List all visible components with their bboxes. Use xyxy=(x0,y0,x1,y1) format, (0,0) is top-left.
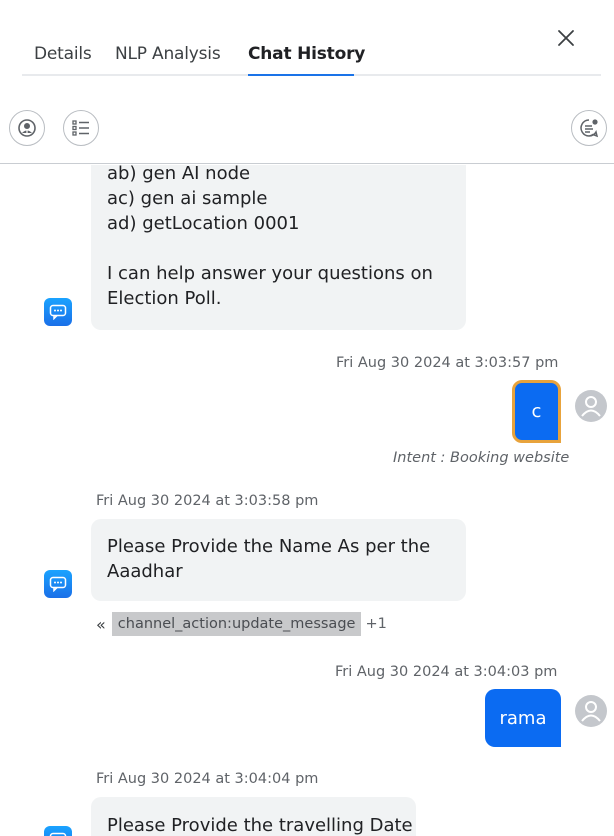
list-view-button[interactable] xyxy=(63,110,99,146)
message-line: Please Provide the Name As per the xyxy=(107,536,431,557)
message-line: ac) gen ai sample xyxy=(107,188,268,209)
channel-action-chip[interactable]: channel_action:update_message xyxy=(111,612,362,636)
message-timestamp: Fri Aug 30 2024 at 3:04:03 pm xyxy=(335,664,558,680)
message-line: Election Poll. xyxy=(107,288,222,309)
bot-message: ab) gen AI node ac) gen ai sample ad) ge… xyxy=(91,165,466,330)
active-tab-indicator xyxy=(248,74,354,76)
chat-notification-button[interactable] xyxy=(571,110,607,146)
bot-avatar xyxy=(44,298,72,326)
tab-nlp-analysis[interactable]: NLP Analysis xyxy=(115,44,221,64)
user-avatar xyxy=(575,695,607,727)
chat-notification-icon xyxy=(580,119,599,138)
user-message[interactable]: c xyxy=(512,380,561,443)
chat-history-panel[interactable]: ab) gen AI node ac) gen ai sample ad) ge… xyxy=(0,165,614,836)
tab-details[interactable]: Details xyxy=(34,44,92,64)
list-icon xyxy=(72,120,89,136)
message-line: Please Provide the travelling Date xyxy=(107,815,413,836)
message-timestamp: Fri Aug 30 2024 at 3:03:57 pm xyxy=(336,355,559,371)
message-timestamp: Fri Aug 30 2024 at 3:04:04 pm xyxy=(96,771,319,787)
bot-chat-icon xyxy=(49,304,67,320)
bot-chat-icon xyxy=(49,832,67,836)
message-line: I can help answer your questions on xyxy=(107,263,433,284)
message-line: ad) getLocation 0001 xyxy=(107,213,300,234)
tab-chat-history[interactable]: Chat History xyxy=(248,44,365,64)
bot-chat-icon xyxy=(49,576,67,592)
tab-bar: Details NLP Analysis Chat History xyxy=(22,40,601,76)
message-line: ab) gen AI node xyxy=(107,165,251,184)
expand-actions-chevron[interactable]: « xyxy=(96,615,106,634)
bot-avatar xyxy=(44,826,72,836)
message-line xyxy=(107,236,450,261)
bot-avatar xyxy=(44,570,72,598)
chat-toolbar xyxy=(0,96,614,164)
user-circle-icon xyxy=(18,119,36,137)
user-message[interactable]: rama xyxy=(485,689,561,747)
user-avatar-icon xyxy=(581,396,601,417)
message-line: Aaadhar xyxy=(107,561,183,582)
user-message-text: c xyxy=(531,401,542,422)
bot-message: Please Provide the Name As per the Aaadh… xyxy=(91,519,466,601)
user-message-text: rama xyxy=(499,707,547,729)
bot-message: Please Provide the travelling Date xyxy=(91,797,416,836)
user-filter-button[interactable] xyxy=(9,110,45,146)
message-timestamp: Fri Aug 30 2024 at 3:03:58 pm xyxy=(96,493,319,509)
intent-label: Intent : Booking website xyxy=(393,450,570,466)
channel-action-row: « channel_action:update_message +1 xyxy=(96,612,387,636)
user-avatar-icon xyxy=(581,701,601,722)
user-avatar xyxy=(575,390,607,422)
more-actions-count[interactable]: +1 xyxy=(365,616,386,632)
